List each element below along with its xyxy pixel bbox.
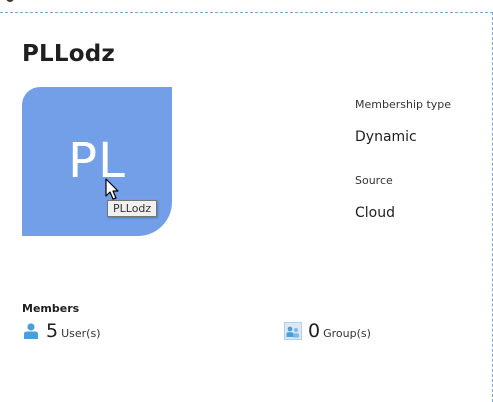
membership-type-value: Dynamic bbox=[355, 129, 417, 145]
members-heading: Members bbox=[22, 302, 80, 315]
groups-unit: Group(s) bbox=[323, 327, 371, 340]
users-count: 5 bbox=[46, 320, 59, 342]
source-label: Source bbox=[355, 174, 393, 187]
user-icon bbox=[24, 323, 38, 339]
top-edge bbox=[0, 0, 493, 12]
groups-count-link[interactable]: 0 Group(s) bbox=[284, 320, 371, 342]
source-value: Cloud bbox=[355, 205, 395, 221]
mouse-pointer-icon bbox=[105, 178, 119, 200]
users-unit: User(s) bbox=[61, 327, 101, 340]
cropped-glyph bbox=[6, 0, 14, 2]
panel-top-border bbox=[0, 12, 493, 13]
membership-type-label: Membership type bbox=[355, 98, 452, 111]
group-icon bbox=[284, 322, 302, 340]
group-title: PLLodz bbox=[22, 41, 116, 67]
group-overview-panel: PLLodz PL PLLodz Membership type Dynamic… bbox=[0, 0, 493, 402]
groups-count: 0 bbox=[308, 320, 321, 342]
users-count-link[interactable]: 5 User(s) bbox=[22, 320, 100, 342]
avatar-tooltip: PLLodz bbox=[107, 200, 158, 217]
